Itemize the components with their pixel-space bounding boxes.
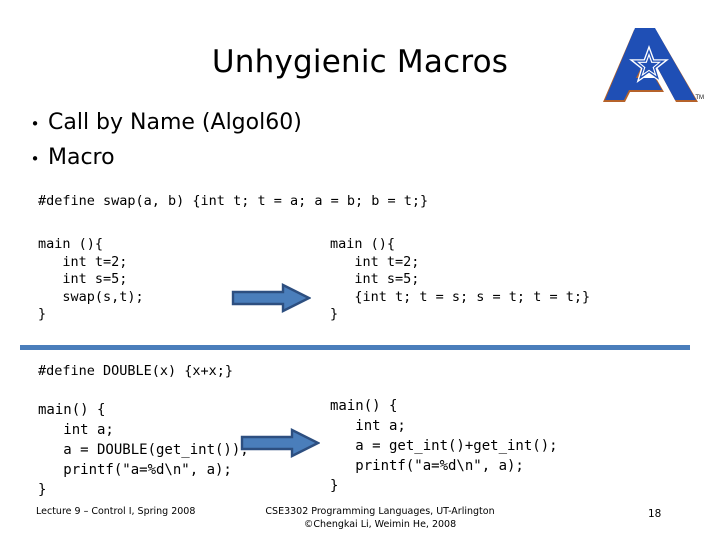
uta-a-star-icon (603, 28, 698, 102)
footer-course-info: CSE3302 Programming Languages, UT-Arling… (180, 505, 580, 531)
bullet-list: • Call by Name (Algol60) • Macro (22, 106, 542, 176)
bullet-text: Macro (48, 145, 115, 170)
list-item: • Call by Name (Algol60) (22, 106, 542, 141)
double-code-before-expansion: main() { int a; a = DOUBLE(get_int()); p… (38, 402, 249, 498)
footer-copyright-line: ©Chengkai Li, Weimin He, 2008 (303, 519, 457, 530)
right-arrow-icon (240, 428, 321, 458)
footer-lecture-info: Lecture 9 – Control I, Spring 2008 (36, 506, 196, 517)
slide-page-number: 18 (648, 508, 662, 520)
list-item: • Macro (22, 141, 542, 176)
swap-code-after-expansion: main (){ int t=2; int s=5; {int t; t = s… (330, 236, 591, 322)
slide: Unhygienic Macros TM • Call by Name (Alg… (0, 0, 720, 540)
bullet-marker-icon: • (30, 150, 40, 168)
double-code-after-expansion: main() { int a; a = get_int()+get_int();… (330, 398, 558, 494)
swap-macro-definition: #define swap(a, b) {int t; t = a; a = b;… (38, 193, 429, 209)
double-macro-definition: #define DOUBLE(x) {x+x;} (38, 363, 234, 379)
swap-code-before-expansion: main (){ int t=2; int s=5; swap(s,t); } (38, 236, 144, 322)
uta-logo: TM (594, 26, 706, 108)
expansion-arrow-icon (231, 283, 312, 318)
right-arrow-icon (231, 283, 312, 313)
trademark-symbol: TM (695, 95, 704, 101)
section-divider (20, 345, 690, 350)
bullet-text: Call by Name (Algol60) (48, 110, 302, 135)
footer-course-line: CSE3302 Programming Languages, UT-Arling… (265, 506, 495, 517)
bullet-marker-icon: • (30, 115, 40, 133)
expansion-arrow-icon (240, 428, 321, 463)
